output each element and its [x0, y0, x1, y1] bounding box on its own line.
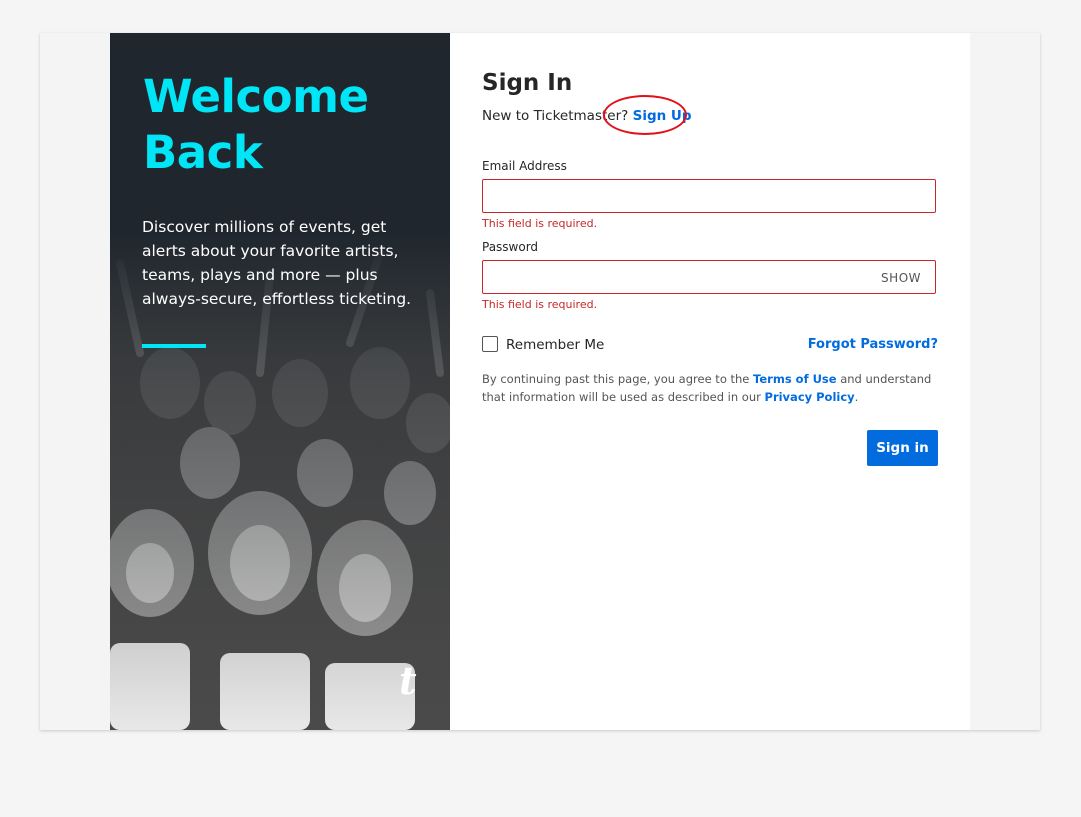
email-field[interactable] [483, 180, 883, 212]
password-error: This field is required. [482, 298, 598, 311]
password-label: Password [482, 240, 539, 254]
signup-prompt-text: New to Ticketmaster? [482, 108, 629, 124]
hero-description: Discover millions of events, get alerts … [142, 218, 412, 308]
password-field[interactable] [483, 261, 883, 293]
signup-link[interactable]: Sign Up [633, 108, 692, 124]
terms-of-use-link[interactable]: Terms of Use [753, 372, 837, 386]
terms-suffix: . [854, 390, 859, 404]
show-password-button[interactable]: SHOW [881, 271, 921, 285]
remember-me-label[interactable]: Remember Me [506, 336, 604, 354]
email-label: Email Address [482, 159, 567, 173]
signin-button[interactable]: Sign in [867, 430, 938, 466]
welcome-title: Welcome Back [143, 70, 369, 179]
email-error: This field is required. [482, 217, 598, 230]
accent-divider [142, 344, 206, 348]
terms-notice: By continuing past this page, you agree … [482, 370, 936, 406]
signin-panel: Sign In New to Ticketmaster? Sign Up Ema… [450, 33, 970, 730]
terms-prefix: By continuing past this page, you agree … [482, 372, 750, 386]
hero-panel: Welcome Back Discover millions of events… [110, 33, 450, 730]
email-field-box [482, 179, 936, 213]
forgot-password-link[interactable]: Forgot Password? [808, 336, 938, 354]
password-field-box: SHOW [482, 260, 936, 294]
remember-me-checkbox[interactable] [482, 336, 498, 352]
signin-title: Sign In [482, 70, 573, 96]
signup-prompt: New to Ticketmaster? Sign Up [482, 107, 692, 125]
ticketmaster-logo-icon: t [399, 658, 417, 703]
privacy-policy-link[interactable]: Privacy Policy [765, 390, 855, 404]
